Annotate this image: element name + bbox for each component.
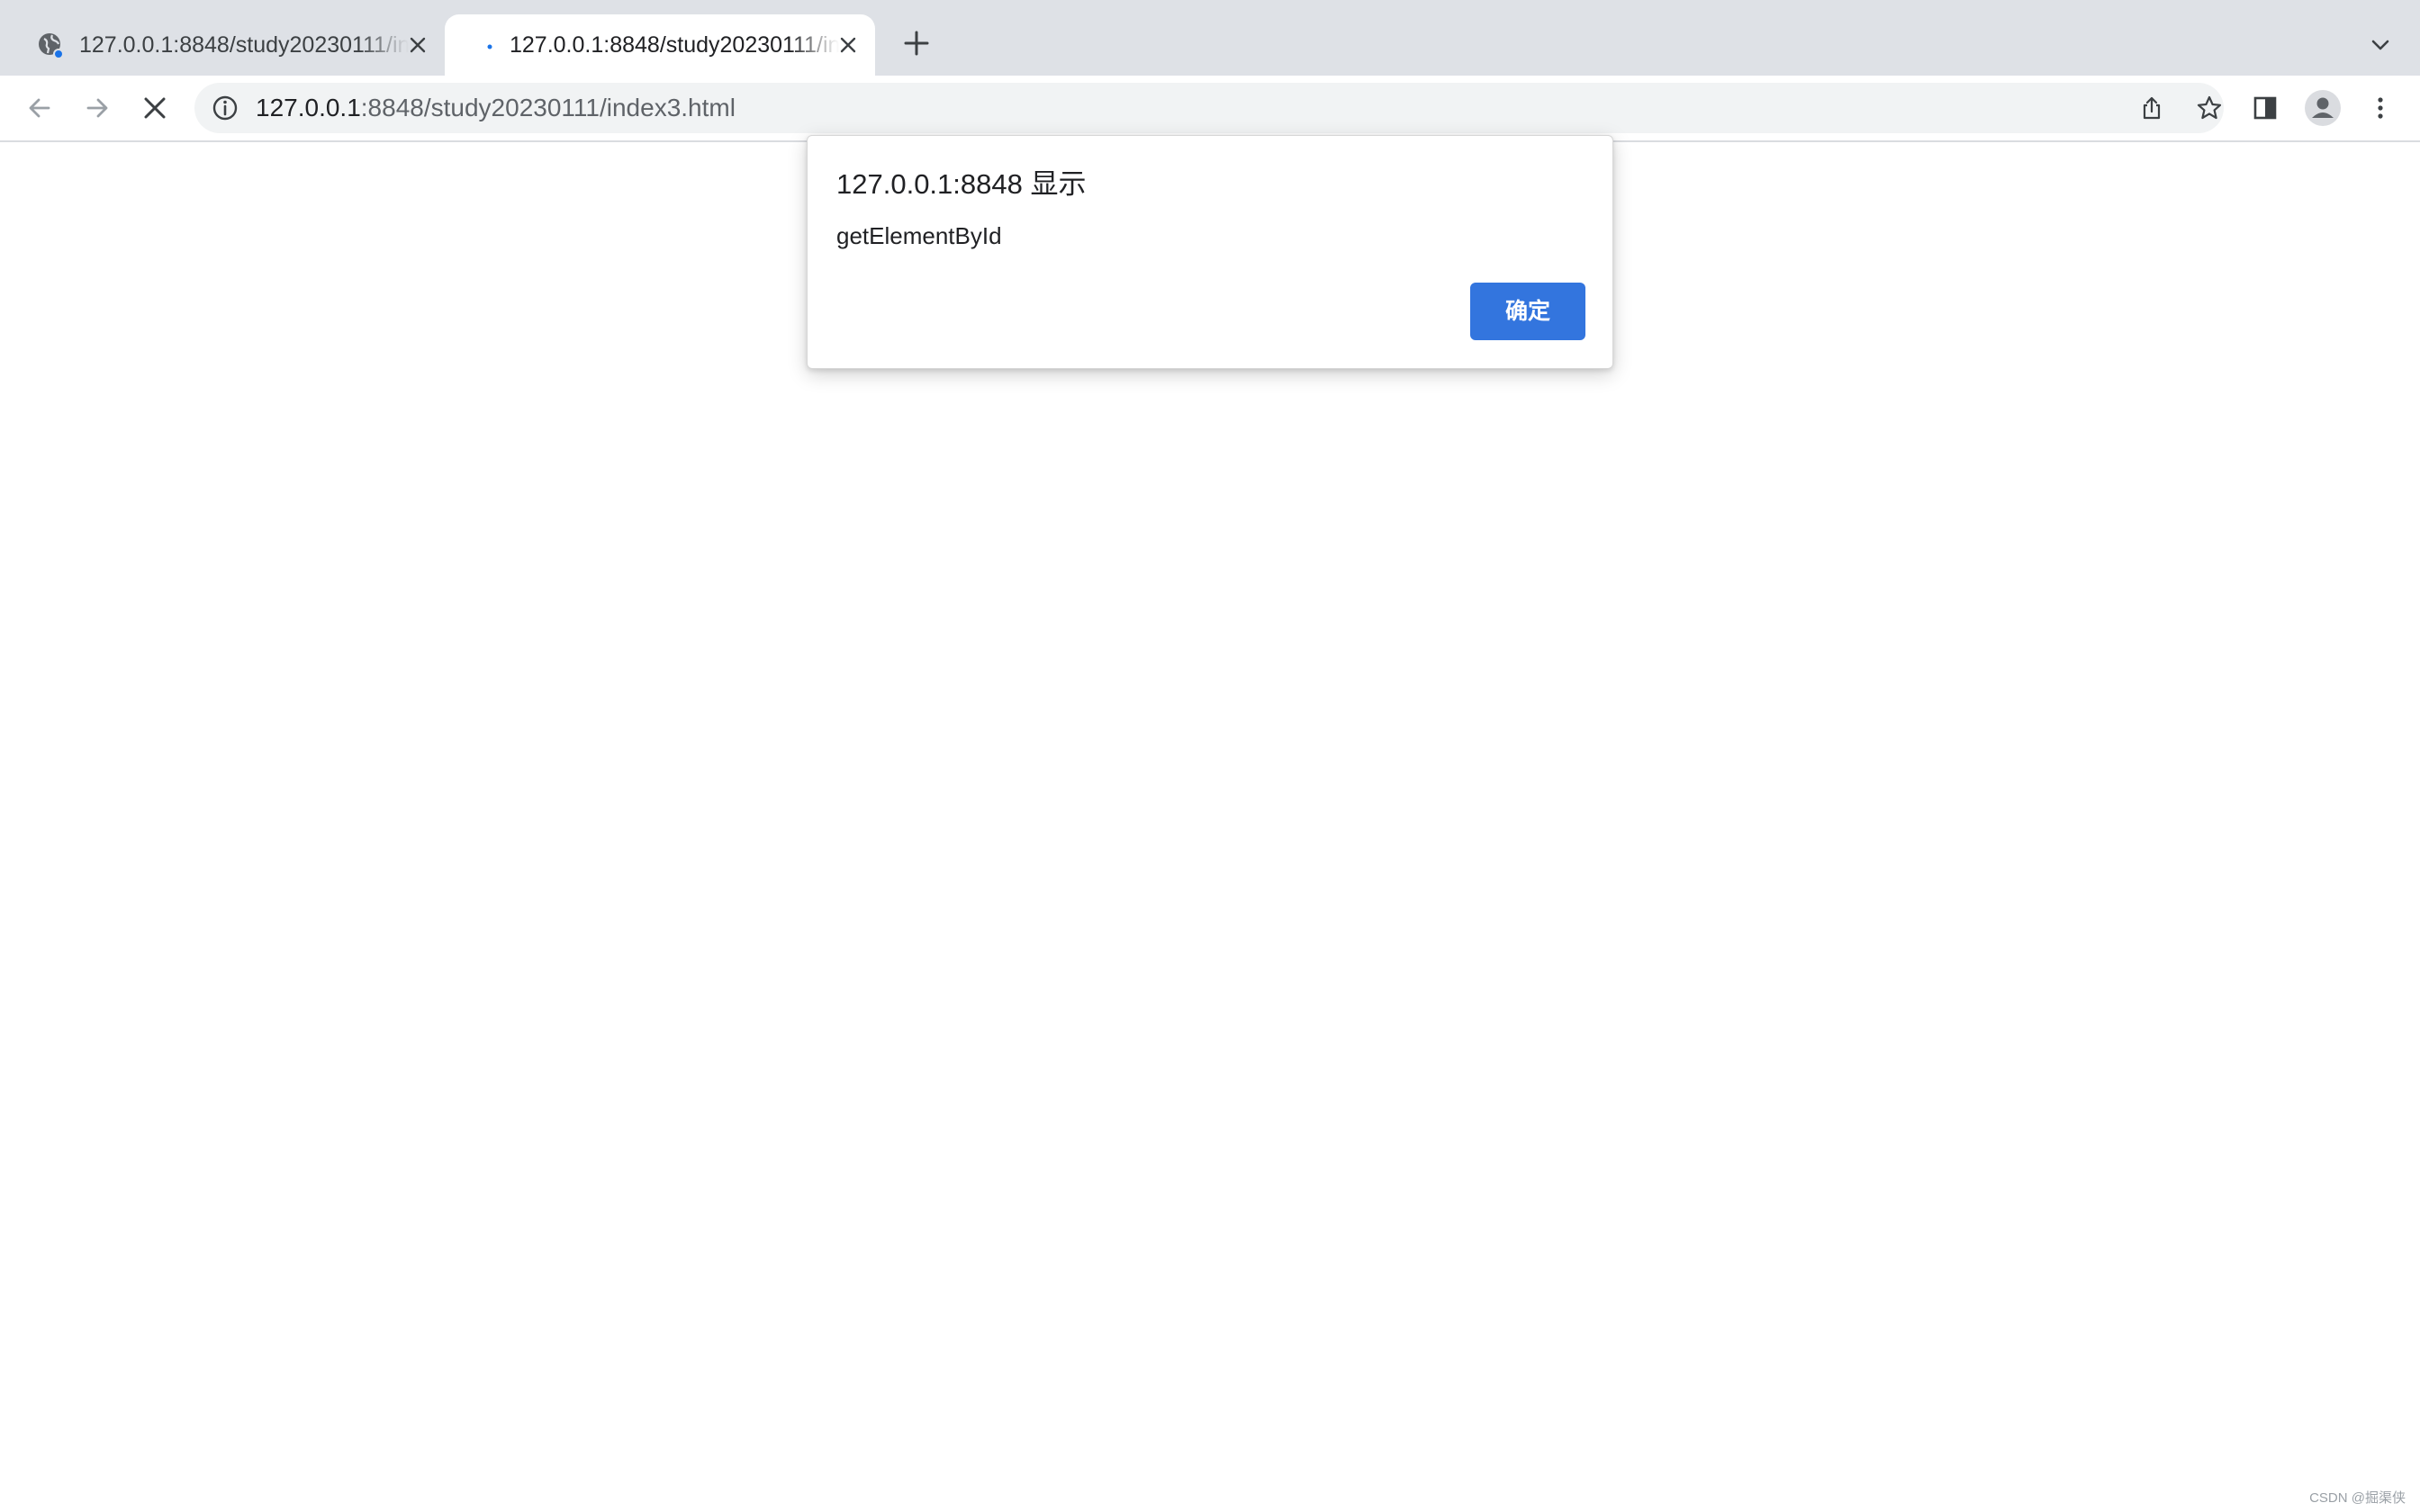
url-host: 127.0.0.1	[256, 94, 361, 122]
close-icon[interactable]	[403, 31, 432, 59]
forward-arrow-icon[interactable]	[76, 86, 119, 130]
dialog-message: getElementById	[836, 222, 1002, 249]
bookmark-star-icon[interactable]	[2191, 90, 2227, 126]
url-path: :8848/study20230111/index3.html	[360, 94, 736, 122]
side-panel-icon[interactable]	[2244, 86, 2287, 130]
browser-toolbar: 127.0.0.1:8848/study20230111/index3.html	[0, 76, 2420, 142]
ok-button[interactable]: 确定	[1470, 283, 1585, 340]
close-icon[interactable]	[834, 31, 862, 59]
loading-dot-icon	[466, 31, 495, 59]
share-icon[interactable]	[2134, 90, 2170, 126]
stop-loading-icon[interactable]	[133, 86, 176, 130]
back-arrow-icon[interactable]	[18, 86, 61, 130]
address-url: 127.0.0.1:8848/study20230111/index3.html	[256, 83, 736, 133]
alert-dialog: 127.0.0.1:8848 显示 getElementById 确定	[807, 135, 1613, 369]
new-tab-plus-icon[interactable]	[897, 23, 936, 63]
more-menu-icon[interactable]	[2359, 86, 2402, 130]
tab-title: 127.0.0.1:8848/study20230111/index3.html	[79, 32, 409, 58]
chevron-down-icon[interactable]	[2362, 27, 2398, 63]
profile-avatar-icon[interactable]	[2301, 86, 2344, 130]
tab-index3-active[interactable]: 127.0.0.1:8848/study20230111/index3.html	[445, 14, 875, 76]
address-bar[interactable]: 127.0.0.1:8848/study20230111/index3.html	[194, 83, 2224, 133]
tab-index3-inactive[interactable]: 127.0.0.1:8848/study20230111/index3.html	[14, 14, 445, 76]
dialog-title: 127.0.0.1:8848 显示	[836, 168, 1087, 200]
site-info-icon[interactable]	[211, 94, 239, 122]
watermark: CSDN @掘渠侠	[2309, 1490, 2406, 1506]
tab-strip: 127.0.0.1:8848/study20230111/index3.html…	[0, 0, 2420, 76]
globe-icon	[36, 31, 65, 59]
tab-title: 127.0.0.1:8848/study20230111/index3.html	[510, 32, 839, 58]
